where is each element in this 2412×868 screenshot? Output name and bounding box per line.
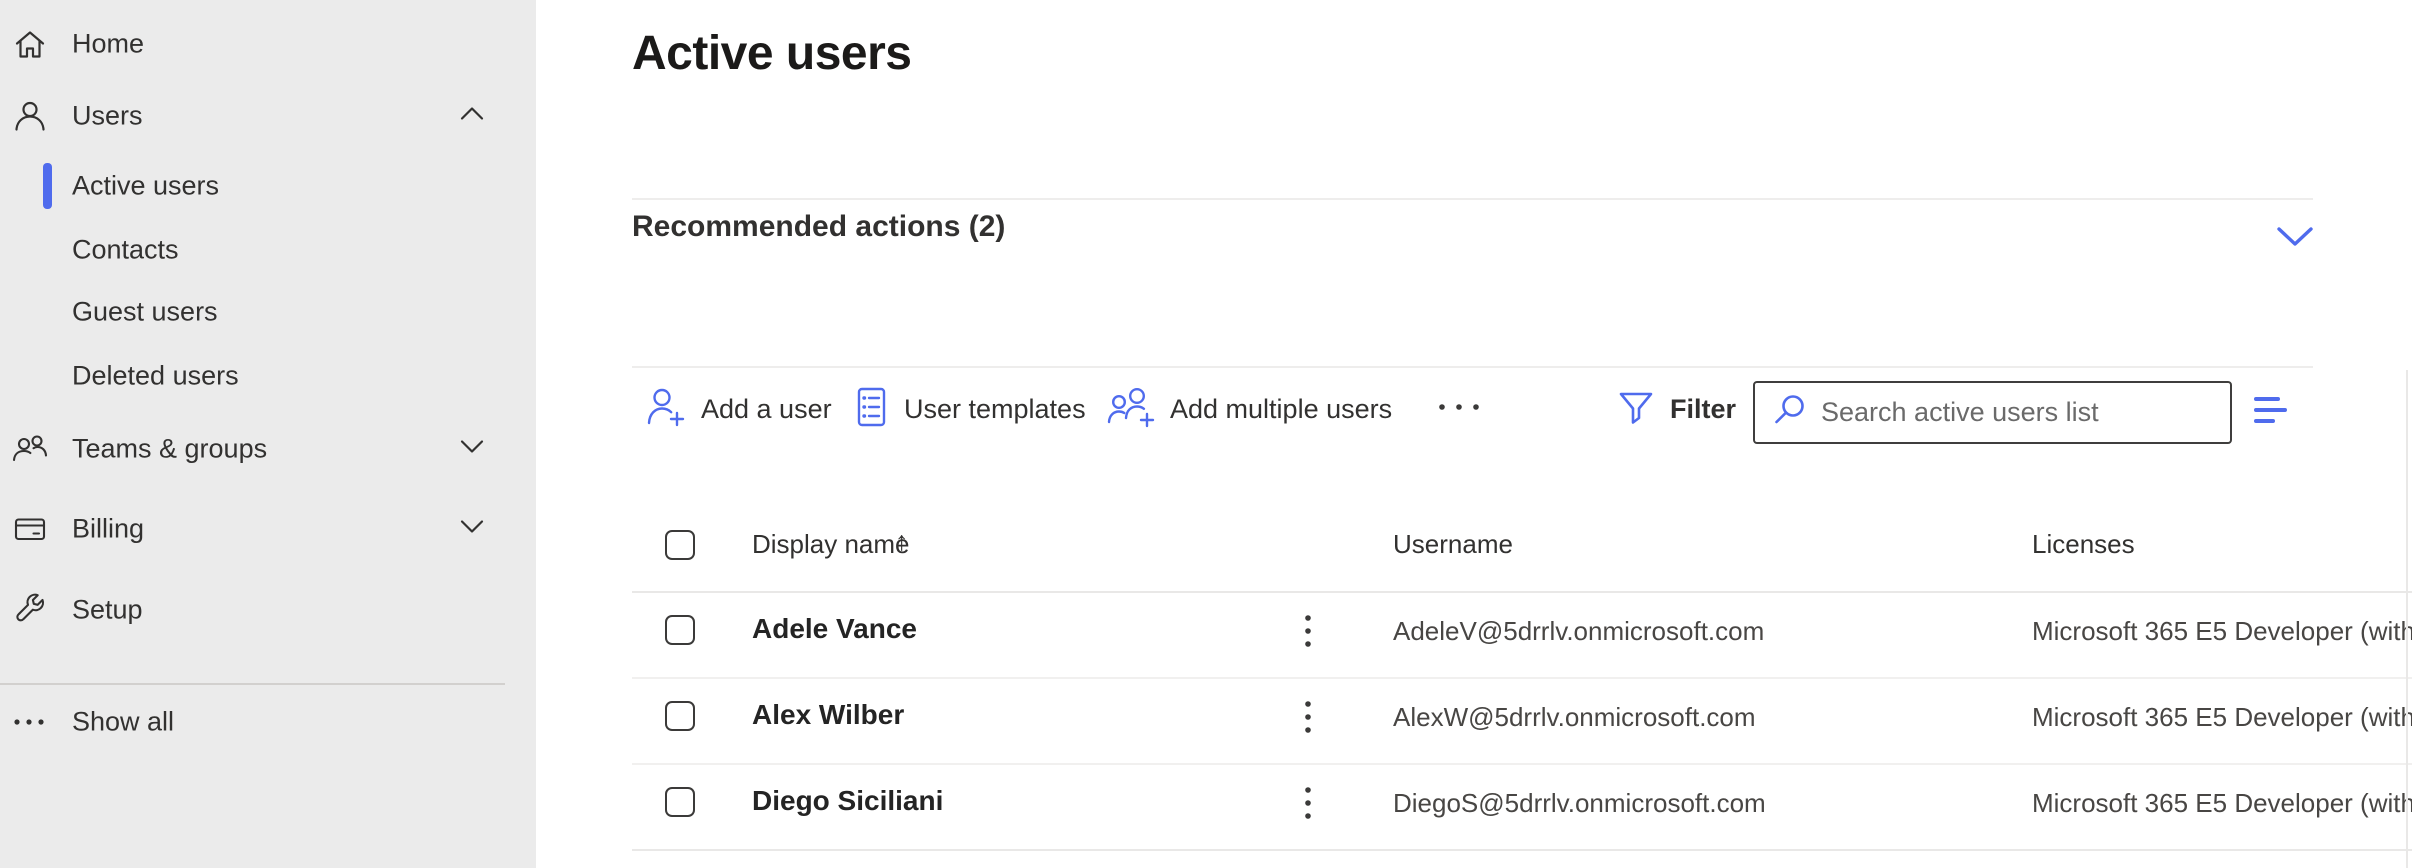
filter-button[interactable]: Filter <box>1616 380 1736 438</box>
page-title: Active users <box>632 26 912 81</box>
search-input[interactable] <box>1809 397 2230 428</box>
row-checkbox[interactable] <box>665 615 695 645</box>
add-user-icon <box>645 385 687 434</box>
sidebar-item-label: Home <box>72 29 144 60</box>
add-user-label: Add a user <box>701 394 832 425</box>
more-horizontal-icon <box>1436 400 1482 418</box>
user-display-name[interactable]: Alex Wilber <box>752 699 904 731</box>
filter-icon <box>1616 387 1656 432</box>
row-more-actions-icon[interactable] <box>1303 784 1313 827</box>
sidebar-divider <box>0 683 505 685</box>
search-icon <box>1771 391 1809 434</box>
add-multiple-users-icon <box>1106 385 1156 434</box>
user-display-name[interactable]: Adele Vance <box>752 613 917 645</box>
column-header-licenses[interactable]: Licenses <box>2032 529 2135 560</box>
sidebar-item-label: Setup <box>72 595 143 626</box>
row-divider <box>632 763 2412 765</box>
chevron-down-icon <box>458 518 486 541</box>
sidebar-item-users[interactable]: Users <box>0 85 536 147</box>
sidebar-item-label: Active users <box>72 171 219 202</box>
sidebar-item-label: Billing <box>72 514 144 545</box>
row-more-actions-icon[interactable] <box>1303 698 1313 741</box>
user-licenses: Microsoft 365 E5 Developer (withou <box>2032 702 2412 733</box>
selection-indicator <box>43 163 52 209</box>
sidebar-item-guest-users[interactable]: Guest users <box>0 281 536 343</box>
chevron-down-icon <box>458 438 486 461</box>
user-username: DiegoS@5drrlv.onmicrosoft.com <box>1393 788 1766 819</box>
sidebar-item-label: Contacts <box>72 235 179 266</box>
table-header-divider <box>632 591 2412 593</box>
section-divider <box>632 366 2313 368</box>
chevron-down-icon[interactable] <box>2274 224 2316 255</box>
row-divider <box>632 849 2412 851</box>
chevron-up-icon <box>458 105 486 128</box>
sidebar-item-label: Show all <box>72 707 174 738</box>
add-multiple-users-button[interactable]: Add multiple users <box>1106 380 1392 438</box>
sidebar-item-billing[interactable]: Billing <box>0 498 536 560</box>
sidebar: Home Users Active users Contacts Guest <box>0 0 536 868</box>
sidebar-item-contacts[interactable]: Contacts <box>0 219 536 281</box>
home-icon <box>8 22 52 66</box>
sidebar-item-show-all[interactable]: Show all <box>0 691 536 753</box>
sidebar-item-label: Teams & groups <box>72 434 267 465</box>
card-icon <box>8 507 52 551</box>
ellipsis-icon <box>8 700 52 744</box>
user-templates-label: User templates <box>904 394 1086 425</box>
select-all-checkbox[interactable] <box>665 530 695 560</box>
user-licenses: Microsoft 365 E5 Developer (withou <box>2032 788 2412 819</box>
list-edge-line <box>2406 370 2408 868</box>
more-actions-button[interactable] <box>1436 380 1482 438</box>
sidebar-item-setup[interactable]: Setup <box>0 579 536 641</box>
sidebar-item-active-users[interactable]: Active users <box>0 155 536 217</box>
user-username: AlexW@5drrlv.onmicrosoft.com <box>1393 702 1756 733</box>
add-user-button[interactable]: Add a user <box>645 380 832 438</box>
column-header-username[interactable]: Username <box>1393 529 1513 560</box>
add-multiple-users-label: Add multiple users <box>1170 394 1392 425</box>
column-header-display-name[interactable]: Display name <box>752 529 910 560</box>
row-checkbox[interactable] <box>665 787 695 817</box>
sidebar-item-teams-groups[interactable]: Teams & groups <box>0 418 536 480</box>
people-icon <box>8 427 52 471</box>
user-display-name[interactable]: Diego Siciliani <box>752 785 943 817</box>
filter-label: Filter <box>1670 394 1736 425</box>
sidebar-item-label: Deleted users <box>72 361 239 392</box>
person-icon <box>8 94 52 138</box>
sidebar-item-deleted-users[interactable]: Deleted users <box>0 345 536 407</box>
wrench-icon <box>8 588 52 632</box>
user-templates-button[interactable]: User templates <box>852 380 1086 438</box>
filter-lines-icon[interactable] <box>2254 397 2294 431</box>
active-users-page: Home Users Active users Contacts Guest <box>0 0 2412 868</box>
search-box <box>1753 381 2232 444</box>
user-licenses: Microsoft 365 E5 Developer (withou <box>2032 616 2412 647</box>
recommended-actions-header[interactable]: Recommended actions (2) <box>632 210 1005 244</box>
sidebar-item-home[interactable]: Home <box>0 13 536 75</box>
section-divider <box>632 198 2313 200</box>
row-more-actions-icon[interactable] <box>1303 612 1313 655</box>
sidebar-item-label: Guest users <box>72 297 218 328</box>
sidebar-item-label: Users <box>72 101 143 132</box>
user-username: AdeleV@5drrlv.onmicrosoft.com <box>1393 616 1764 647</box>
row-divider <box>632 677 2412 679</box>
sort-ascending-icon: ↑ <box>895 526 909 557</box>
user-templates-icon <box>852 385 890 434</box>
row-checkbox[interactable] <box>665 701 695 731</box>
